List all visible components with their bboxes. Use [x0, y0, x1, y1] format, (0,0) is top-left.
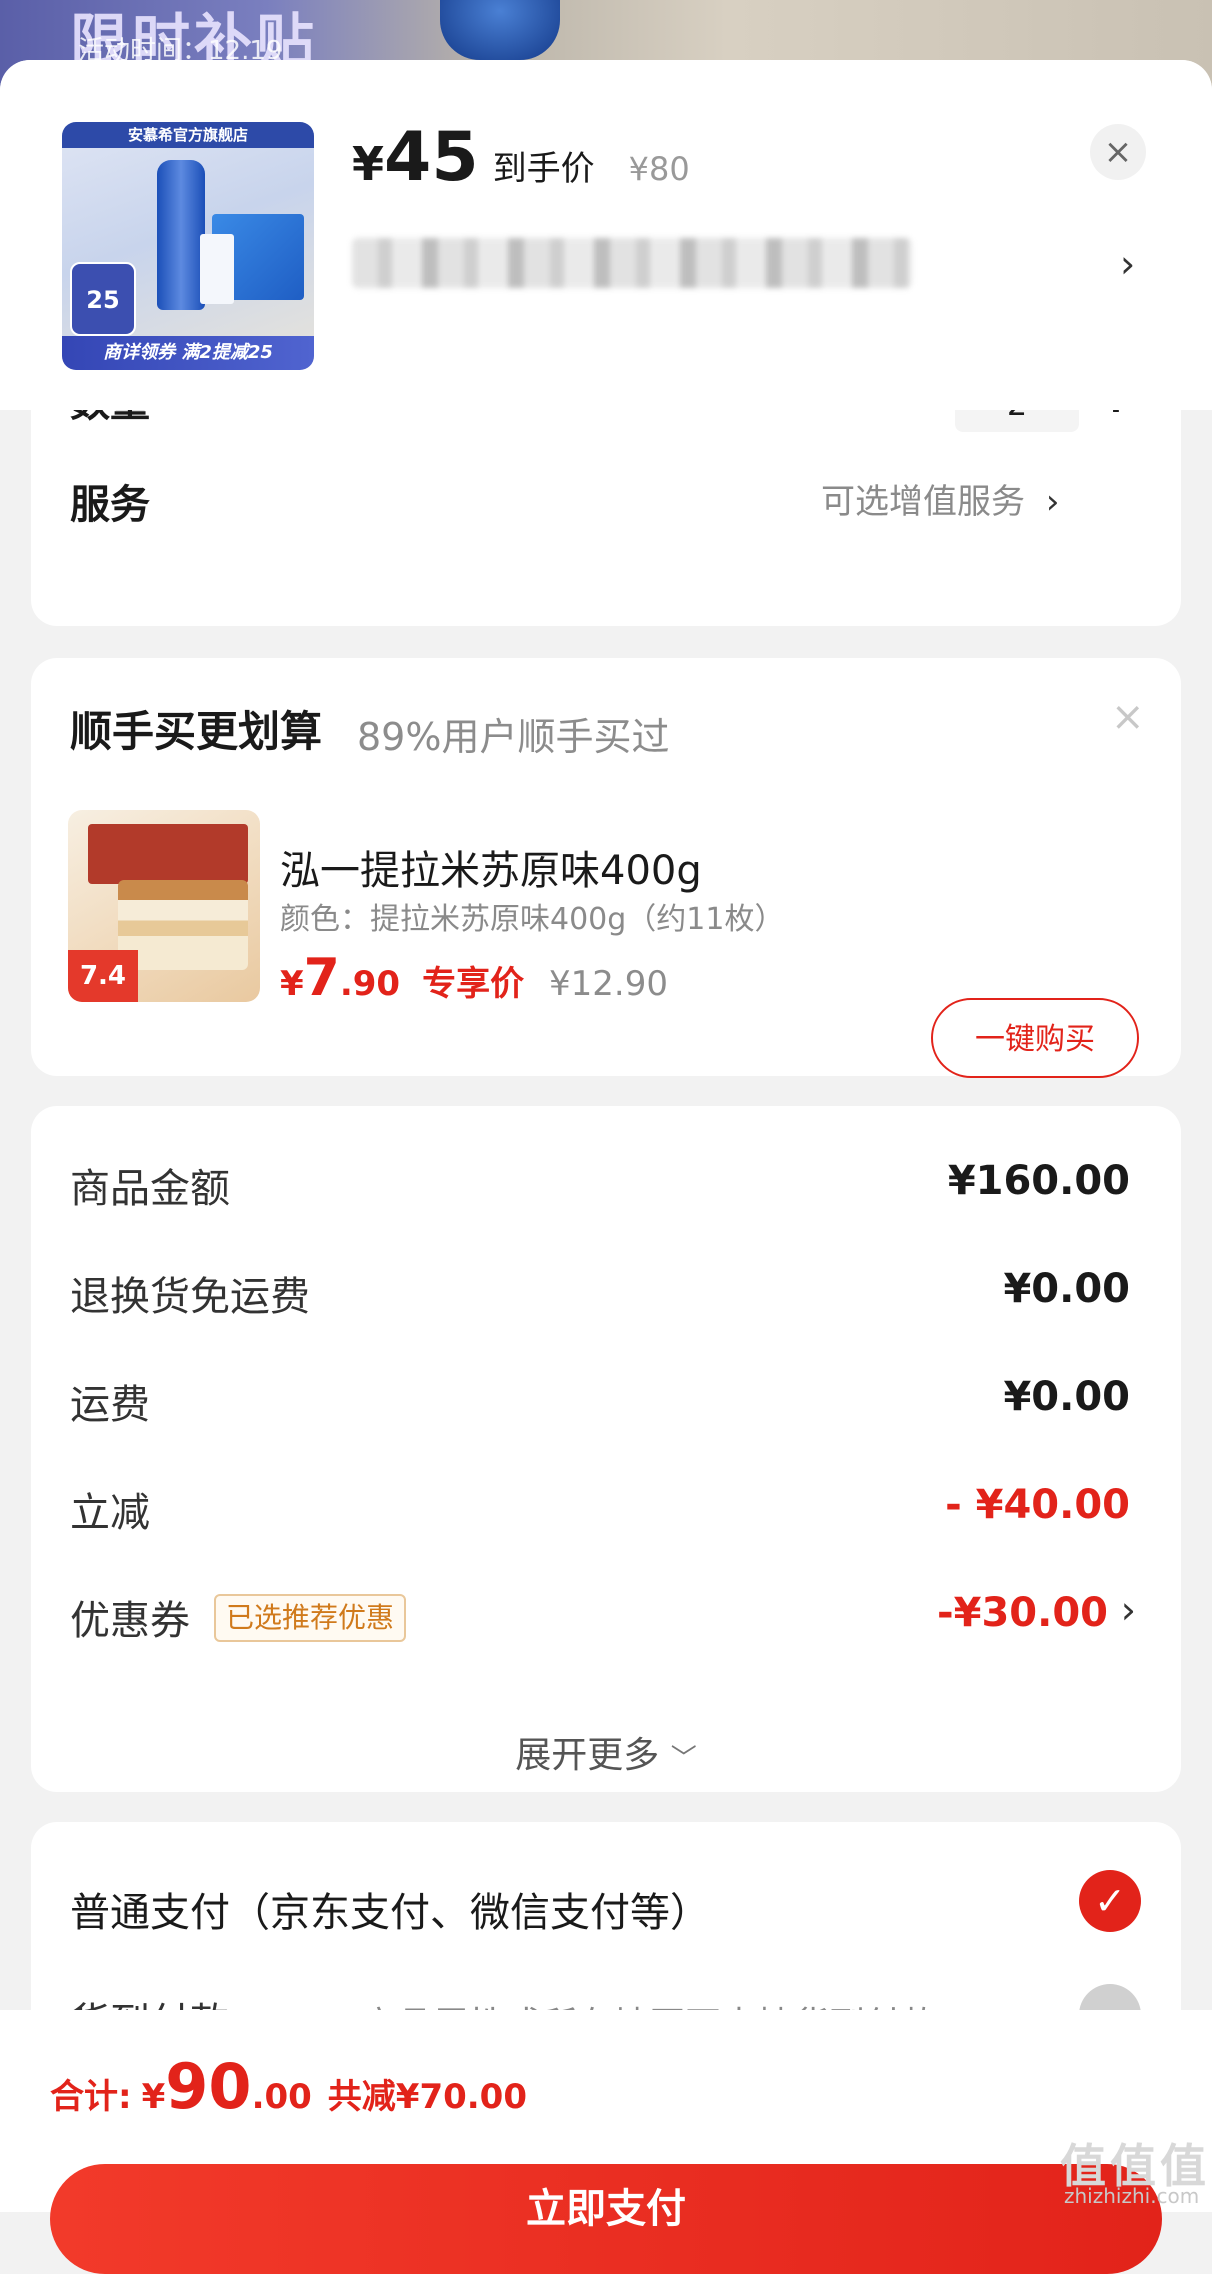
thumbnail-store-name: 安慕希官方旗舰店 [62, 122, 314, 148]
payment-option-normal[interactable]: 普通支付（京东支付、微信支付等） [70, 1880, 710, 1938]
expand-more-label: 展开更多 [515, 1735, 660, 1776]
price-value: 45 [384, 118, 479, 197]
fee-value: ¥0.00 [1003, 1374, 1130, 1420]
product-cup-image [440, 0, 560, 60]
fee-row-return-shipping: 退换货免运费 ¥0.00 [70, 1264, 1130, 1324]
upsell-product-spec: 颜色：提拉米苏原味400g（约11枚） [280, 902, 785, 937]
fee-breakdown-card: 商品金额 ¥160.00 退换货免运费 ¥0.00 运费 ¥0.00 立减 - … [31, 1106, 1181, 1792]
fee-row-shipping: 运费 ¥0.00 [70, 1372, 1130, 1432]
upsell-original-price: ¥12.90 [549, 964, 668, 1004]
original-price: ¥80 [628, 150, 690, 188]
upsell-price: ¥7.90 专享价 [280, 948, 524, 1008]
coupon-badge: 已选推荐优惠 [214, 1594, 407, 1642]
image-price-tag: 7.4 [68, 950, 138, 1002]
yogurt-bottle-image [157, 160, 205, 310]
total-dec: .00 [251, 2077, 312, 2117]
chevron-right-icon: › [1120, 1588, 1136, 1632]
yogurt-box-side-image [200, 234, 234, 304]
service-label: 服务 [70, 482, 150, 528]
service-hint-text: 可选增值服务 [821, 482, 1025, 522]
chevron-right-icon: › [1045, 482, 1060, 522]
purchase-sheet: 安慕希官方旗舰店 25 商详领券 满2提减25 ¥45到手价¥80 × › 数量… [0, 60, 1212, 2212]
one-click-buy-button[interactable]: 一键购买 [931, 998, 1139, 1078]
fee-label: 商品金额 [70, 1166, 230, 1212]
chevron-down-icon: ﹀ [670, 1744, 697, 1774]
expand-more-button[interactable]: 展开更多 ﹀ [31, 1726, 1181, 1778]
upsell-card: 顺手买更划算 89%用户顺手买过 × 7.4 泓一提拉米苏原味400g 颜色：提… [31, 658, 1181, 1078]
price-currency: ¥ [352, 137, 385, 191]
upsell-product-name[interactable]: 泓一提拉米苏原味400g [280, 838, 702, 896]
fee-value: ¥0.00 [1003, 1266, 1130, 1312]
upsell-product-image[interactable]: 7.4 [68, 810, 260, 1002]
total-summary: 合计: ¥90.00 共减¥70.00 [50, 2050, 527, 2123]
upsell-title: 顺手买更划算 [70, 707, 323, 756]
fee-label: 运费 [70, 1382, 150, 1428]
fee-label: 立减 [70, 1490, 150, 1536]
product-thumbnail[interactable]: 安慕希官方旗舰店 25 商详领券 满2提减25 [62, 122, 314, 370]
coupon-sticker-value: 25 [86, 286, 120, 314]
total-int: 90 [165, 2050, 252, 2123]
fee-label: 优惠券 [70, 1598, 190, 1644]
fee-row-coupon[interactable]: 优惠券 已选推荐优惠 -¥30.00 › [70, 1588, 1136, 1648]
selected-spec-blurred[interactable] [352, 238, 912, 288]
upsell-price-int: 7 [303, 948, 340, 1008]
upsell-subtitle: 89%用户顺手买过 [357, 715, 670, 759]
chevron-right-icon[interactable]: › [1120, 242, 1135, 286]
cake-box-image [88, 824, 248, 884]
upsell-price-dec: .90 [339, 964, 401, 1004]
service-selector[interactable]: 可选增值服务 › [821, 474, 1059, 523]
fee-value: - ¥40.00 [945, 1482, 1130, 1528]
total-label: 合计: [50, 2077, 132, 2117]
price-label: 到手价 [492, 149, 595, 189]
fee-value: -¥30.00 [937, 1590, 1108, 1636]
upsell-price-currency: ¥ [280, 964, 304, 1004]
close-icon: × [1103, 132, 1133, 172]
watermark-url: zhizhizhi.com [1064, 2184, 1200, 2208]
upsell-price-label: 专享价 [422, 964, 525, 1004]
fee-row-instant-discount: 立减 - ¥40.00 [70, 1480, 1130, 1540]
thumbnail-banner: 商详领券 满2提减25 [62, 336, 314, 370]
checkmark-icon[interactable]: ✓ [1079, 1870, 1141, 1932]
final-price: ¥45 到手价 ¥80 [352, 118, 690, 198]
fee-row-subtotal: 商品金额 ¥160.00 [70, 1156, 1130, 1216]
close-icon[interactable]: × [1111, 694, 1145, 740]
pay-now-button[interactable]: 立即支付 [50, 2164, 1162, 2274]
total-currency: ¥ [141, 2077, 166, 2117]
total-savings: 共减¥70.00 [327, 2077, 527, 2117]
close-button[interactable]: × [1090, 124, 1146, 180]
checkout-footer: 合计: ¥90.00 共减¥70.00 立即支付 [0, 2010, 1212, 2274]
coupon-sticker: 25 [70, 262, 136, 336]
fee-label: 退换货免运费 [70, 1274, 310, 1320]
sheet-header: 安慕希官方旗舰店 25 商详领券 满2提减25 ¥45 到手价 ¥80 × › [0, 60, 1212, 410]
fee-value: ¥160.00 [947, 1158, 1130, 1204]
